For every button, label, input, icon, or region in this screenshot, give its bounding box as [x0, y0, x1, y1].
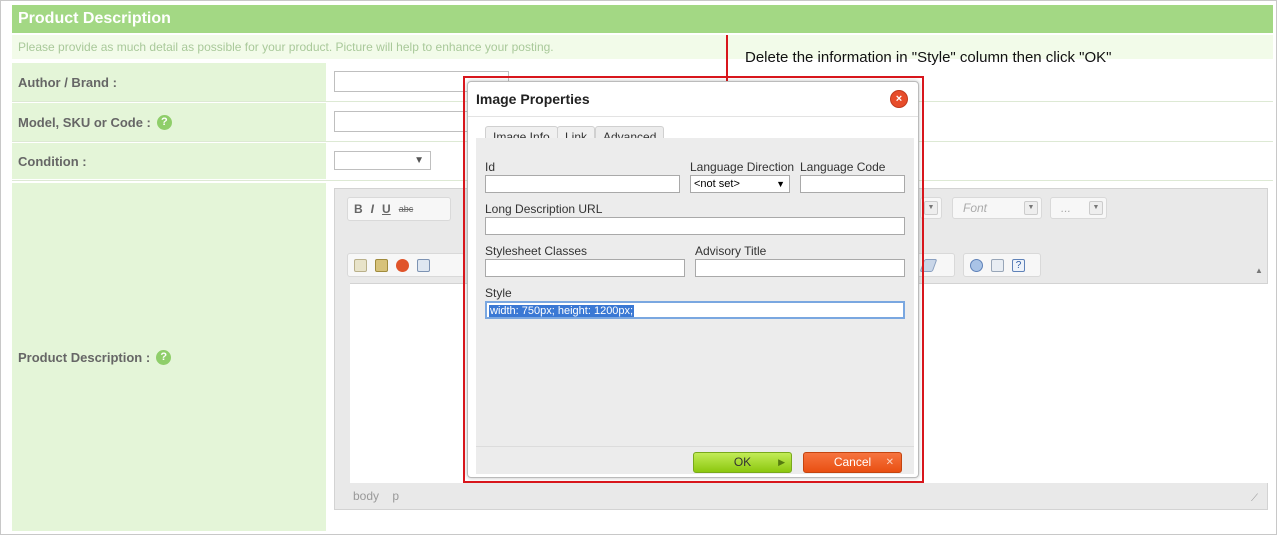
model-sku-label-text: Model, SKU or Code :: [18, 114, 151, 130]
size-combo-label: ...: [1061, 201, 1072, 215]
document-icon[interactable]: [354, 258, 367, 272]
about-icon[interactable]: ?: [1012, 258, 1025, 272]
strikethrough-button[interactable]: abc: [399, 204, 414, 214]
product-description-label: Product Description : ?: [12, 183, 326, 531]
condition-label: Condition :: [12, 143, 326, 179]
size-combo[interactable]: ... ▼: [1050, 197, 1107, 219]
image-icon[interactable]: [375, 258, 388, 272]
product-description-label-text: Product Description :: [18, 349, 151, 365]
tools-toolbar: ?: [963, 253, 1041, 277]
help-icon[interactable]: ?: [156, 114, 172, 130]
element-path-bar: body p: [353, 489, 409, 503]
page-frame: Product Description Please provide as mu…: [0, 0, 1277, 535]
condition-select[interactable]: ▼: [334, 151, 431, 170]
show-blocks-icon[interactable]: [970, 258, 983, 272]
font-combo-label: Font: [963, 201, 988, 215]
italic-button[interactable]: I: [371, 202, 374, 216]
underline-button[interactable]: U: [382, 202, 391, 216]
font-combo[interactable]: Font ▼: [952, 197, 1042, 219]
path-p[interactable]: p: [392, 489, 399, 503]
path-body[interactable]: body: [353, 489, 379, 503]
scroll-up-icon[interactable]: ▲: [1253, 265, 1265, 277]
bold-button[interactable]: B: [354, 202, 363, 216]
insert-toolbar: [347, 253, 465, 277]
help-icon[interactable]: ?: [156, 349, 172, 365]
find-replace-icon[interactable]: [991, 258, 1004, 272]
model-sku-label: Model, SKU or Code : ?: [12, 103, 326, 141]
model-sku-input[interactable]: [334, 111, 469, 132]
table-icon[interactable]: [417, 258, 430, 272]
section-header: Product Description: [12, 5, 1273, 33]
annotation-highlight-box: [463, 76, 924, 483]
author-brand-label: Author / Brand :: [12, 63, 326, 101]
flash-icon[interactable]: [396, 258, 409, 272]
condition-label-text: Condition :: [18, 153, 87, 169]
resize-grip-icon[interactable]: ⟋: [1251, 493, 1263, 505]
author-brand-label-text: Author / Brand :: [18, 74, 117, 90]
format-toolbar: B I U abc: [347, 197, 451, 221]
annotation-text: Delete the information in "Style" column…: [745, 49, 1112, 66]
